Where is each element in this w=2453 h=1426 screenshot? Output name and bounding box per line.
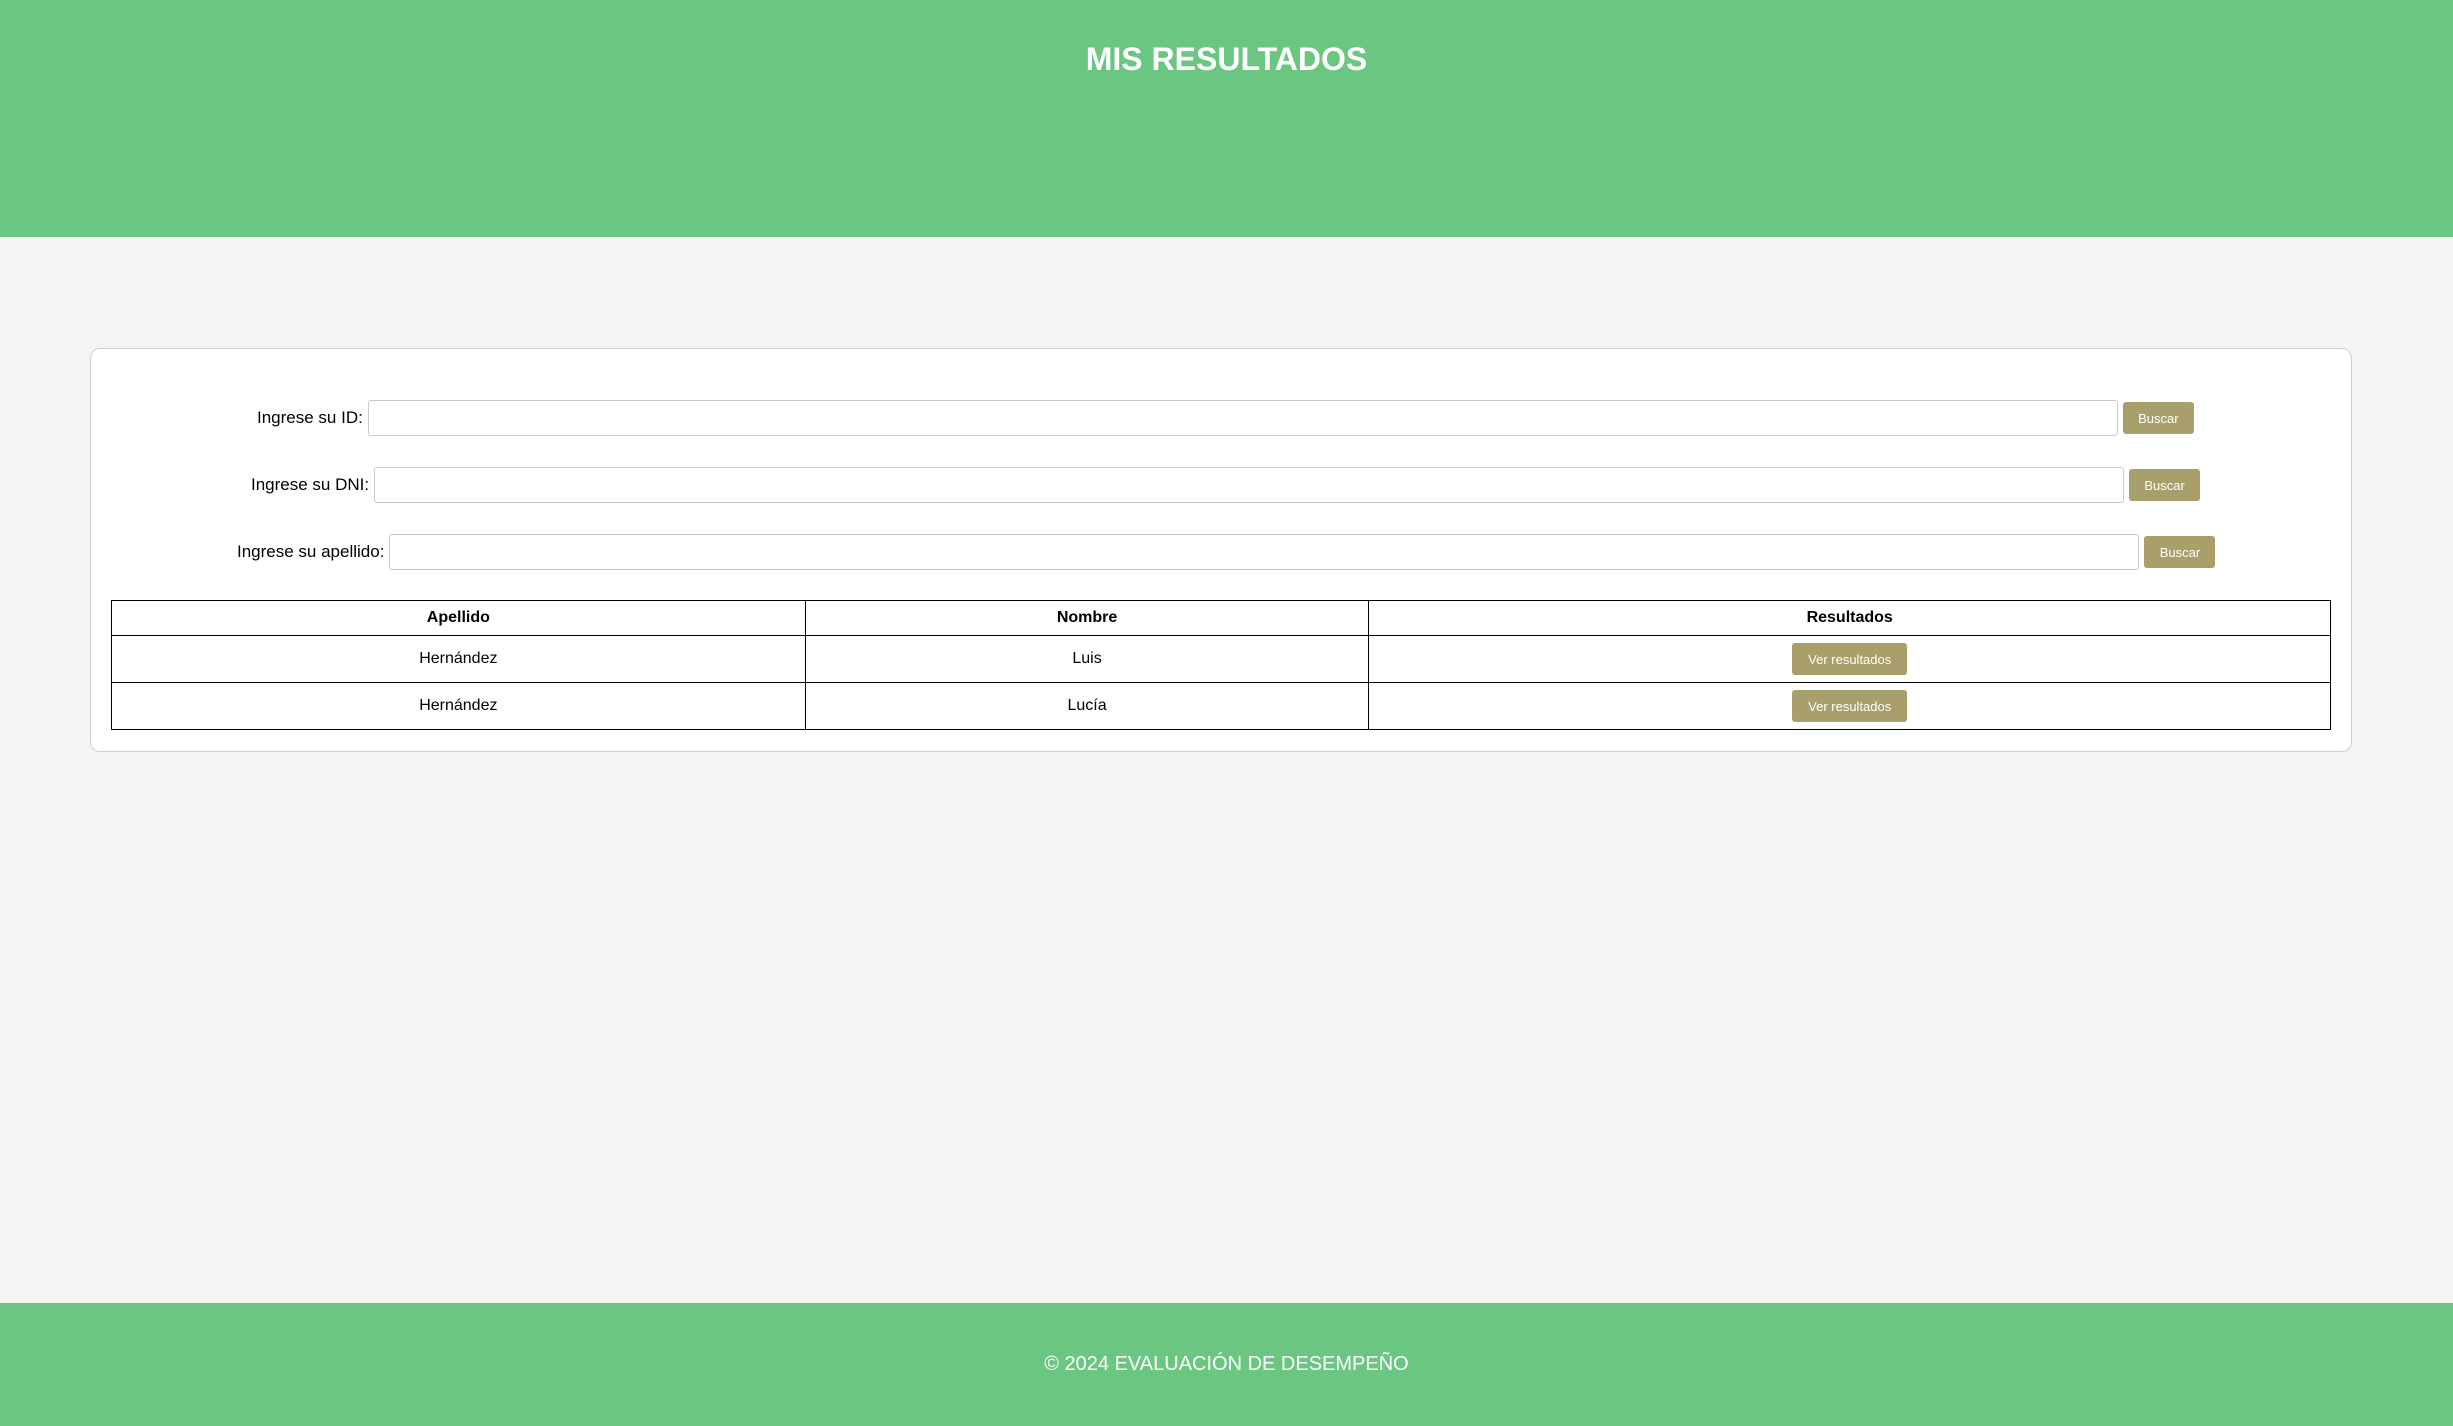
- apellido-label: Ingrese su apellido:: [237, 542, 385, 561]
- page-title: MIS RESULTADOS: [1085, 41, 1368, 77]
- search-dni-button[interactable]: Buscar: [2129, 469, 2201, 501]
- results-table: Apellido Nombre Resultados Hernández Lui…: [111, 600, 2331, 730]
- search-apellido-button[interactable]: Buscar: [2144, 536, 2216, 568]
- cell-resultados: Ver resultados: [1368, 682, 2331, 730]
- column-header-resultados: Resultados: [1368, 600, 2331, 636]
- cell-apellido: Hernández: [111, 682, 806, 730]
- id-input[interactable]: [367, 400, 2118, 436]
- id-label: Ingrese su ID:: [257, 408, 363, 427]
- footer-text: © 2024 EVALUACIÓN DE DESEMPEÑO: [1044, 1353, 1409, 1375]
- results-card: Ingrese su ID: Buscar Ingrese su DNI: Bu…: [90, 348, 2352, 752]
- page-footer: © 2024 EVALUACIÓN DE DESEMPEÑO: [0, 1303, 2453, 1426]
- ver-resultados-button[interactable]: Ver resultados: [1792, 643, 1908, 675]
- cell-nombre: Luis: [804, 635, 1370, 683]
- apellido-input[interactable]: [389, 534, 2140, 570]
- dni-input[interactable]: [374, 467, 2125, 503]
- cell-apellido: Hernández: [111, 635, 806, 683]
- page-header: MIS RESULTADOS: [0, 0, 2453, 237]
- ver-resultados-button[interactable]: Ver resultados: [1792, 690, 1908, 722]
- cell-resultados: Ver resultados: [1368, 635, 2331, 683]
- search-apellido-row: Ingrese su apellido: Buscar: [237, 533, 2216, 571]
- search-id-button[interactable]: Buscar: [2122, 402, 2194, 434]
- table-header-row: Apellido Nombre Resultados: [111, 600, 2331, 636]
- dni-label: Ingrese su DNI:: [251, 475, 370, 494]
- cell-nombre: Lucía: [804, 682, 1370, 730]
- column-header-nombre: Nombre: [804, 600, 1370, 636]
- column-header-apellido: Apellido: [111, 600, 806, 636]
- table-row: Hernández Luis Ver resultados: [111, 635, 2331, 683]
- table-row: Hernández Lucía Ver resultados: [111, 682, 2331, 730]
- search-id-row: Ingrese su ID: Buscar: [257, 399, 2194, 437]
- search-dni-row: Ingrese su DNI: Buscar: [251, 466, 2201, 504]
